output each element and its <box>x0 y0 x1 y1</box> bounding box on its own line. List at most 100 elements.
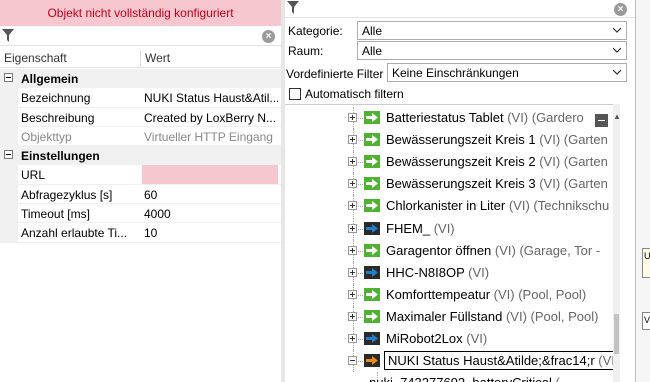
tree-connector <box>358 206 363 208</box>
tree-node-label: Batteriestatus Tablet (VI) (Gardero <box>386 110 584 125</box>
expand-icon[interactable] <box>348 334 357 343</box>
tree-node-label: HHC-N8I8OP (VI) <box>386 265 489 280</box>
column-header-value[interactable]: Wert <box>145 51 170 65</box>
tree-node[interactable]: Chlorkanister in Liter (VI) (Technikschu <box>285 195 620 218</box>
tree-node[interactable]: MiRobot2Lox (VI) <box>285 328 620 350</box>
property-row-bezeichnung[interactable]: Bezeichnung NUKI Status Haust&Atil... <box>0 88 281 108</box>
property-value: Virtueller HTTP Eingang <box>144 129 273 144</box>
auto-filter-label: Automatisch filtern <box>305 87 404 101</box>
raum-label: Raum: <box>288 44 324 58</box>
properties-grid: Allgemein Bezeichnung NUKI Status Haust&… <box>0 69 281 243</box>
chevron-down-icon <box>613 27 621 33</box>
virtual-input-blue-icon <box>364 221 380 235</box>
expand-icon[interactable] <box>348 113 357 122</box>
tree-node-name: Bewässerungszeit Kreis 2 <box>386 154 536 170</box>
tree-node-label: Garagentor öffnen (VI) (Garage, Tor - <box>386 243 600 258</box>
property-value[interactable]: NUKI Status Haust&Atil... <box>142 88 278 107</box>
tree-node-name: Bewässerungszeit Kreis 3 <box>386 176 536 192</box>
property-value[interactable]: 4000 <box>142 204 278 223</box>
scroll-up-icon[interactable]: ▲ <box>613 112 621 121</box>
tree-connector <box>358 162 363 164</box>
property-value-invalid[interactable] <box>142 165 278 185</box>
expand-icon[interactable] <box>348 289 357 299</box>
tree-filter-input[interactable] <box>303 1 603 16</box>
tree-node-name: Chlorkanister in Liter <box>386 198 506 214</box>
virtual-input-blue-icon <box>364 332 380 345</box>
collapse-all-button[interactable] <box>595 114 608 127</box>
tree-node[interactable]: Garagentor öffnen (VI) (Garage, Tor - <box>285 239 620 262</box>
tree-node-name: MiRobot2Lox <box>386 331 463 346</box>
category-label: Allgemein <box>21 72 79 86</box>
property-value[interactable]: Created by LoxBerry N... <box>142 108 278 127</box>
expand-icon[interactable] <box>348 135 357 145</box>
virtual-input-orange-icon <box>364 354 380 368</box>
property-value[interactable]: 60 <box>142 185 278 204</box>
property-row-beschreibung[interactable]: Beschreibung Created by LoxBerry N... <box>0 107 281 127</box>
tree-node-label: Bewässerungszeit Kreis 2 (VI) (Garten <box>386 154 608 169</box>
scrollbar-thumb[interactable] <box>614 314 619 354</box>
raum-select[interactable]: Alle <box>357 41 627 60</box>
tree-node-info: (VI) <box>433 220 455 236</box>
property-row-anzahl[interactable]: Anzahl erlaubte Ti... 10 <box>0 223 281 243</box>
tree-node-name: nuki_743277692_batteryCritical <box>369 375 552 382</box>
tree-node-selected[interactable]: NUKI Status Haust&Atilde;&frac14;r (VI) <box>285 350 620 373</box>
tree-node[interactable]: Maximaler Füllstand (VI) (Pool, Pool) <box>285 305 620 328</box>
property-row-url[interactable]: URL <box>0 165 281 185</box>
property-row-timeout[interactable]: Timeout [ms] 4000 <box>0 204 281 224</box>
column-divider[interactable] <box>140 50 141 66</box>
expand-icon[interactable] <box>348 311 357 321</box>
tree-node[interactable]: FHEM_ (VI) <box>285 217 620 240</box>
tree-node[interactable]: Batteriestatus Tablet (VI) (Gardero <box>285 107 620 129</box>
expand-icon[interactable] <box>348 179 357 189</box>
virtual-input-green-icon <box>364 111 380 124</box>
property-row-abfragezyklus[interactable]: Abfragezyklus [s] 60 <box>0 184 281 205</box>
expand-icon[interactable] <box>348 201 357 211</box>
collapse-icon[interactable] <box>4 150 13 160</box>
clear-filter-icon[interactable]: × <box>614 3 627 16</box>
tree-scrollbar[interactable]: ▲ <box>613 104 621 382</box>
auto-filter-checkbox[interactable] <box>289 88 301 100</box>
tree-connector <box>358 272 363 274</box>
expand-icon[interactable] <box>348 157 357 167</box>
expand-icon[interactable] <box>348 245 357 255</box>
kategorie-select[interactable]: Alle <box>357 21 627 40</box>
tree-connector <box>358 228 363 230</box>
tree-node[interactable]: Bewässerungszeit Kreis 3 (VI) (Garten <box>285 173 620 196</box>
tree-connector <box>358 361 363 363</box>
tree-connector <box>358 250 363 252</box>
chevron-down-icon <box>613 47 621 53</box>
tree-node[interactable]: Komforttempeatur (VI) (Pool, Pool) <box>285 283 620 306</box>
adjacent-element-1: U <box>642 248 650 278</box>
tree-connector <box>358 339 363 340</box>
category-einstellungen[interactable]: Einstellungen <box>0 146 281 166</box>
filter-icon <box>287 1 299 14</box>
row-gutter <box>0 88 18 108</box>
clear-filter-icon[interactable]: × <box>262 30 275 43</box>
virtual-input-green-icon <box>364 243 380 257</box>
config-warning-banner: Objekt nicht vollständig konfiguriert <box>0 0 281 26</box>
tree-node[interactable]: Bewässerungszeit Kreis 2 (VI) (Garten <box>285 151 620 174</box>
tree-node-label: Bewässerungszeit Kreis 3 (VI) (Garten <box>386 176 608 191</box>
collapse-icon[interactable] <box>348 356 357 366</box>
tree-connector <box>358 316 363 318</box>
tree-node[interactable]: Bewässerungszeit Kreis 1 (VI) (Garten <box>285 129 620 152</box>
tree-node-label: Chlorkanister in Liter (VI) (Technikschu <box>386 198 609 213</box>
column-header-property[interactable]: Eigenschaft <box>4 51 67 65</box>
tree-node-name: FHEM_ <box>386 220 431 236</box>
filter-icon <box>2 29 14 42</box>
object-tree: Batteriestatus Tablet (VI) (Gardero Bewäs… <box>285 104 620 382</box>
category-allgemein[interactable]: Allgemein <box>0 69 281 89</box>
row-gutter <box>0 223 18 243</box>
tree-connector <box>358 140 363 142</box>
collapse-icon[interactable] <box>4 73 13 82</box>
vordefinierte-filter-select[interactable]: Keine Einschränkungen <box>387 63 627 82</box>
tree-node[interactable]: nuki_743277692_batteryCritical ( <box>309 372 620 382</box>
expand-icon[interactable] <box>348 223 357 233</box>
vordefinierte-filter-label: Vordefinierte Filter <box>286 67 384 81</box>
tree-connector <box>358 184 363 186</box>
properties-filter-input[interactable] <box>18 28 258 44</box>
property-value[interactable]: 10 <box>142 223 278 242</box>
expand-icon[interactable] <box>348 267 357 277</box>
tree-node-name: Komforttempeatur <box>386 286 491 302</box>
tree-node[interactable]: HHC-N8I8OP (VI) <box>285 261 620 284</box>
